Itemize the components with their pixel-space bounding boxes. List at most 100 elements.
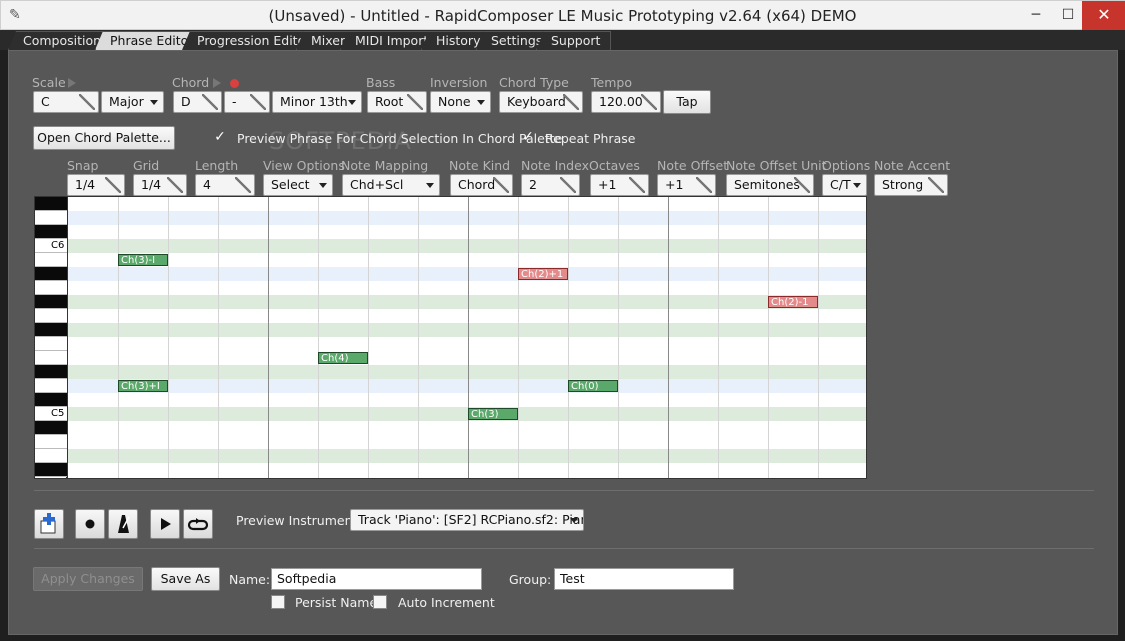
phrase-note[interactable]: Ch(3)-I <box>118 254 168 266</box>
note-kind-spinner[interactable]: Chord <box>450 174 513 196</box>
grid-row[interactable] <box>68 267 866 281</box>
auto-increment-checkbox[interactable] <box>373 595 387 609</box>
tempo-spinner[interactable]: 120.00 <box>591 91 661 113</box>
phrase-note[interactable]: Ch(3) <box>468 408 518 420</box>
phrase-note[interactable]: Ch(4) <box>318 352 368 364</box>
piano-black-key[interactable] <box>35 393 68 407</box>
grid-row[interactable] <box>68 253 866 267</box>
piano-black-key[interactable] <box>35 267 68 281</box>
phrase-note[interactable]: Ch(0) <box>568 380 618 392</box>
tab-support[interactable]: Support <box>536 31 612 50</box>
note-mapping-select[interactable]: Chd+Scl <box>342 174 440 196</box>
grid-row[interactable] <box>68 463 866 477</box>
group-input[interactable]: Test <box>554 568 734 590</box>
grid-row[interactable] <box>68 295 866 309</box>
persist-name-checkbox[interactable] <box>271 595 285 609</box>
grid-row[interactable] <box>68 449 866 463</box>
add-note-icon[interactable] <box>34 509 64 539</box>
grid-row[interactable] <box>68 365 866 379</box>
snap-spinner[interactable]: 1/4 <box>67 174 125 196</box>
grid-row[interactable] <box>68 421 866 435</box>
grid-row[interactable] <box>68 323 866 337</box>
note-index-spinner[interactable]: 2 <box>521 174 580 196</box>
maximize-button[interactable]: ☐ <box>1051 1 1085 30</box>
piano-black-key[interactable] <box>35 365 68 379</box>
play-icon[interactable] <box>150 509 180 539</box>
save-as-button[interactable]: Save As <box>151 567 220 591</box>
inversion-select[interactable]: None <box>430 91 491 113</box>
note-accent-spinner[interactable]: Strong <box>874 174 948 196</box>
grid-row[interactable] <box>68 351 866 365</box>
phrase-note[interactable]: Ch(3)+I <box>118 380 168 392</box>
octave-key-label: C6 <box>51 240 65 251</box>
loop-icon[interactable] <box>183 509 213 539</box>
piano-white-key[interactable] <box>35 281 68 295</box>
repeat-phrase-checkbox[interactable]: ✓ <box>521 130 535 145</box>
grid-row[interactable] <box>68 379 866 393</box>
title-bar: ✎ (Unsaved) - Untitled - RapidComposer L… <box>0 0 1125 30</box>
piano-white-key[interactable] <box>35 435 68 449</box>
open-chord-palette-button[interactable]: Open Chord Palette... <box>33 126 175 150</box>
chord-label: Chord <box>172 75 210 90</box>
piano-white-key[interactable] <box>35 351 68 365</box>
octaves-label: Octaves <box>589 158 640 173</box>
chord-root-spinner[interactable]: D <box>173 91 222 113</box>
note-grid[interactable]: Ch(3)-I Ch(2)+1 Ch(2)-1 Ch(4) Ch(3)+I Ch(0) Ch… <box>67 196 867 479</box>
preview-instrument-label: Preview Instrument: <box>236 513 362 528</box>
note-offset-unit-spinner[interactable]: Semitones <box>726 174 814 196</box>
preview-instrument-select[interactable]: Track 'Piano': [SF2] RCPiano.sf2: Piano <box>350 509 584 531</box>
play-scale-icon[interactable] <box>68 78 76 88</box>
piano-white-key[interactable] <box>35 449 68 463</box>
record-chord-icon[interactable] <box>230 79 239 88</box>
tap-tempo-button[interactable]: Tap <box>663 90 711 114</box>
length-spinner[interactable]: 4 <box>195 174 255 196</box>
grid-row[interactable] <box>68 281 866 295</box>
record-icon[interactable] <box>75 509 105 539</box>
grid-row[interactable] <box>68 197 866 211</box>
grid-row[interactable] <box>68 435 866 449</box>
piano-white-key[interactable] <box>35 337 68 351</box>
piano-white-key[interactable] <box>35 253 68 267</box>
apply-changes-button[interactable]: Apply Changes <box>33 567 143 591</box>
piano-black-key[interactable] <box>35 323 68 337</box>
piano-black-key[interactable] <box>35 225 68 239</box>
grid-spinner[interactable]: 1/4 <box>133 174 187 196</box>
piano-white-key[interactable] <box>35 211 68 225</box>
play-chord-icon[interactable] <box>213 78 221 88</box>
bass-spinner[interactable]: Root <box>367 91 427 113</box>
piano-white-key[interactable] <box>35 379 68 393</box>
view-options-select[interactable]: Select <box>263 174 333 196</box>
grid-line <box>518 197 519 478</box>
preview-phrase-checkbox[interactable]: ✓ <box>213 130 227 145</box>
phrase-note[interactable]: Ch(2)+1 <box>518 268 568 280</box>
piano-keyboard[interactable]: C6 C5 <box>34 196 68 479</box>
close-button[interactable]: ✕ <box>1082 1 1125 30</box>
piano-black-key[interactable] <box>35 463 68 477</box>
chord-quality-select[interactable]: Minor 13th <box>272 91 362 113</box>
piano-black-key[interactable] <box>35 295 68 309</box>
chord-accidental-spinner[interactable]: - <box>224 91 270 113</box>
separator <box>34 548 1094 549</box>
options-select[interactable]: C/T <box>822 174 867 196</box>
scale-root-spinner[interactable]: C <box>33 91 99 113</box>
name-input[interactable]: Softpedia <box>271 568 482 590</box>
metronome-icon[interactable] <box>108 509 138 539</box>
grid-row[interactable] <box>68 407 866 421</box>
octaves-spinner[interactable]: +1 <box>590 174 649 196</box>
grid-line <box>368 197 369 478</box>
minimize-button[interactable]: ─ <box>1019 1 1053 30</box>
chord-type-spinner[interactable]: Keyboard <box>499 91 583 113</box>
grid-row[interactable] <box>68 337 866 351</box>
grid-row[interactable] <box>68 393 866 407</box>
note-offset-spinner[interactable]: +1 <box>657 174 716 196</box>
grid-line <box>718 197 719 478</box>
grid-row[interactable] <box>68 309 866 323</box>
piano-white-key[interactable] <box>35 309 68 323</box>
piano-black-key[interactable] <box>35 421 68 435</box>
phrase-note[interactable]: Ch(2)-1 <box>768 296 818 308</box>
grid-row[interactable] <box>68 225 866 239</box>
grid-row[interactable] <box>68 211 866 225</box>
scale-mode-select[interactable]: Major <box>101 91 164 113</box>
grid-row[interactable] <box>68 239 866 253</box>
piano-black-key[interactable] <box>35 197 68 211</box>
